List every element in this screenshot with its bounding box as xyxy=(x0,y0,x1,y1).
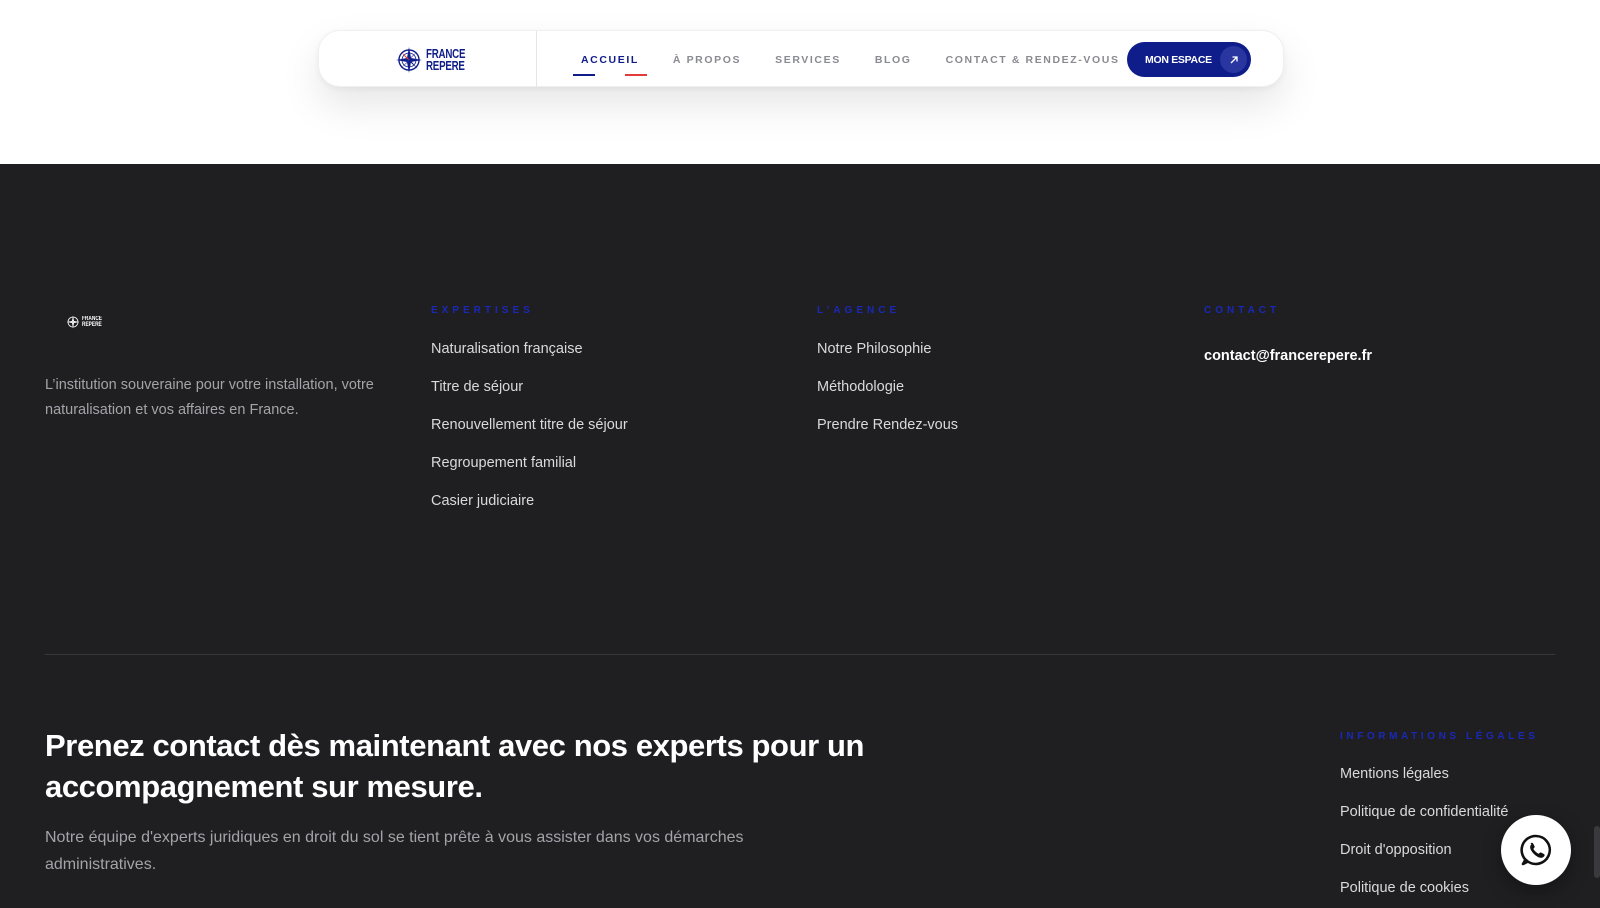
compass-rose-icon xyxy=(66,315,80,329)
footer-link[interactable]: Prendre Rendez-vous xyxy=(817,415,958,453)
column-heading: CONTACT xyxy=(1204,305,1281,316)
footer-link[interactable]: Mentions légales xyxy=(1340,764,1538,802)
nav-link-label: BLOG xyxy=(874,53,912,66)
footer-link[interactable]: Notre Philosophie xyxy=(817,339,958,377)
footer-cta-text: Notre équipe d'experts juridiques en dro… xyxy=(45,829,744,873)
compass-rose-icon xyxy=(396,47,422,73)
nav-link-label: À PROPOS xyxy=(672,53,742,66)
footer-divider xyxy=(45,654,1555,655)
nav-link-accueil[interactable]: ACCUEIL xyxy=(573,53,647,76)
nav-link-label: CONTACT & RENDEZ-VOUS xyxy=(945,53,1120,66)
nav-link-a-propos[interactable]: À PROPOS xyxy=(673,54,741,66)
footer-column-expertises: EXPERTISES Naturalisation française Titr… xyxy=(431,305,628,529)
column-heading: L’AGENCE xyxy=(817,305,901,316)
footer-link[interactable]: Regroupement familial xyxy=(431,453,628,491)
active-underline-blue xyxy=(573,73,595,76)
footer: FRANCE REPERE L’institution souveraine p… xyxy=(0,164,1600,908)
footer-column-agence: L’AGENCE Notre Philosophie Méthodologie … xyxy=(817,305,958,453)
footer-cta-title: Prenez contact dès maintenant avec nos e… xyxy=(45,728,865,804)
footer-link[interactable]: Renouvellement titre de séjour xyxy=(431,415,628,453)
link-list: Notre Philosophie Méthodologie Prendre R… xyxy=(817,339,958,453)
nav-link-label: SERVICES xyxy=(775,53,841,66)
footer-column-legal: INFORMATIONS LÉGALES Mentions légales Po… xyxy=(1340,731,1538,908)
active-underline-red xyxy=(624,73,647,76)
brand-line-2: REPERE xyxy=(82,322,102,328)
contact-email-link[interactable]: contact@francerepere.fr xyxy=(1204,348,1372,364)
main-menu: ACCUEIL À PROPOS SERVICES BLOG CONTACT &… xyxy=(573,31,1154,88)
footer-logo[interactable]: FRANCE REPERE xyxy=(66,315,107,329)
footer-link[interactable]: Politique de cookies xyxy=(1340,878,1538,908)
nav-link-contact[interactable]: CONTACT & RENDEZ-VOUS xyxy=(946,54,1120,66)
brand-line-2: REPERE xyxy=(426,59,465,73)
nav-link-label: ACCUEIL xyxy=(581,53,639,66)
whatsapp-icon xyxy=(1520,834,1552,866)
footer-wordmark: FRANCE REPERE xyxy=(82,316,102,328)
whatsapp-button[interactable] xyxy=(1501,815,1571,885)
arrow-up-right-icon xyxy=(1220,46,1247,73)
mon-espace-button[interactable]: MON ESPACE xyxy=(1127,42,1251,77)
footer-link[interactable]: Méthodologie xyxy=(817,377,958,415)
navbar: FRANCE REPERE ACCUEIL À PROPOS SERVICES … xyxy=(318,30,1284,88)
column-heading: INFORMATIONS LÉGALES xyxy=(1340,731,1539,742)
nav-divider xyxy=(536,31,537,88)
footer-link[interactable]: Casier judiciaire xyxy=(431,491,628,529)
top-band: FRANCE REPERE ACCUEIL À PROPOS SERVICES … xyxy=(0,0,1600,164)
scrollbar-thumb[interactable] xyxy=(1594,826,1600,878)
footer-link[interactable]: Naturalisation française xyxy=(431,339,628,377)
brand-logo[interactable]: FRANCE REPERE xyxy=(395,45,476,75)
column-heading: EXPERTISES xyxy=(431,305,534,316)
footer-tagline: L’institution souveraine pour votre inst… xyxy=(45,377,374,418)
brand-wordmark: FRANCE REPERE xyxy=(426,48,465,73)
nav-link-services[interactable]: SERVICES xyxy=(775,54,841,66)
mon-espace-label: MON ESPACE xyxy=(1145,53,1212,66)
footer-column-contact: CONTACT contact@francerepere.fr xyxy=(1204,305,1372,364)
footer-link[interactable]: Titre de séjour xyxy=(431,377,628,415)
link-list: Naturalisation française Titre de séjour… xyxy=(431,339,628,529)
nav-link-blog[interactable]: BLOG xyxy=(875,54,912,66)
